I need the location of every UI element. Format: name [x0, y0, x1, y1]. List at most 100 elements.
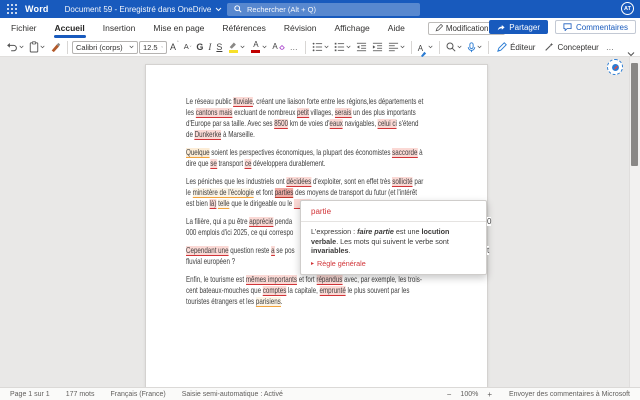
marked-text[interactable]: mêmes importants: [246, 275, 297, 285]
zoom-out-button[interactable]: −: [447, 390, 452, 399]
paragraph[interactable]: Le réseau public fluviale, créant une li…: [186, 96, 487, 140]
share-button[interactable]: Partager: [489, 20, 548, 34]
italic-button[interactable]: I: [206, 42, 213, 53]
grow-font-glyph: A: [170, 43, 176, 52]
search-icon: [234, 5, 242, 13]
alignment-button[interactable]: [386, 41, 407, 53]
tab-références[interactable]: Références: [213, 19, 274, 38]
share-icon: [497, 23, 505, 31]
shrink-font-glyph: A: [184, 43, 189, 51]
pencil-icon: [435, 24, 443, 32]
dictate-button[interactable]: [465, 41, 484, 54]
overflow-text-fragment: t: [487, 246, 489, 255]
marked-text[interactable]: serais: [335, 108, 352, 118]
editor-button[interactable]: Éditeur: [493, 41, 539, 53]
marked-text[interactable]: eaux: [329, 119, 343, 129]
zoom-level[interactable]: 100%: [460, 391, 478, 398]
marked-text[interactable]: fluviale: [233, 97, 252, 107]
editor-score-badge[interactable]: [607, 59, 623, 75]
chevron-down-icon: [161, 45, 163, 49]
tab-insertion[interactable]: Insertion: [94, 19, 145, 38]
marked-text[interactable]: répandus: [316, 275, 342, 285]
tab-révision[interactable]: Révision: [275, 19, 326, 38]
underline-glyph: S: [216, 43, 222, 52]
paragraph[interactable]: Enfin, le tourisme est mêmes importants …: [186, 274, 487, 307]
numbered-list-button[interactable]: [332, 41, 353, 53]
marked-text[interactable]: ministère de l'écologie: [193, 188, 254, 198]
paragraph[interactable]: Quelque soient les perspectives économiq…: [186, 147, 487, 169]
style-brush-icon: [420, 50, 427, 57]
page-indicator[interactable]: Page 1 sur 1: [10, 391, 50, 398]
font-size-select[interactable]: 12.5: [139, 41, 167, 54]
editor-pen-icon: [611, 63, 620, 72]
font-color-button[interactable]: A: [248, 39, 269, 55]
autocomplete-status[interactable]: Saisie semi-automatique : Activé: [182, 391, 283, 398]
bullet-list-button[interactable]: [310, 41, 331, 53]
rule-link[interactable]: ▸ Règle générale: [301, 258, 486, 274]
marked-text[interactable]: telle: [218, 199, 229, 209]
rule-link-label: Règle générale: [317, 259, 366, 268]
marked-text[interactable]: cantons mais: [196, 108, 233, 118]
grow-font-button[interactable]: A ˆ: [168, 42, 181, 53]
feedback-link[interactable]: Envoyer des commentaires à Microsoft: [509, 391, 630, 398]
find-button[interactable]: [444, 41, 464, 53]
marked-text[interactable]: décidées: [286, 177, 311, 187]
word-count[interactable]: 177 mots: [66, 391, 95, 398]
app-launcher-icon[interactable]: [7, 4, 17, 14]
paste-button[interactable]: [27, 40, 47, 54]
language-indicator[interactable]: Français (France): [111, 391, 166, 398]
designer-button[interactable]: Concepteur: [540, 41, 602, 53]
marked-text[interactable]: celui ci: [378, 119, 397, 129]
tab-fichier[interactable]: Fichier: [2, 19, 46, 38]
more-font-options-button[interactable]: …: [288, 42, 301, 53]
marked-text[interactable]: Quelque: [186, 148, 210, 158]
marked-text[interactable]: Cependant une: [186, 246, 229, 256]
clear-formatting-glyph: A: [272, 43, 277, 51]
marked-text[interactable]: parties: [275, 188, 294, 198]
shrink-font-button[interactable]: A ˇ: [182, 42, 194, 52]
tab-affichage[interactable]: Affichage: [326, 19, 379, 38]
avatar[interactable]: AT: [621, 2, 634, 15]
decrease-indent-button[interactable]: [354, 41, 369, 53]
grammar-suggestion-popup: partie L'expression : faire partie est u…: [300, 200, 487, 275]
marked-text[interactable]: apprécié: [249, 217, 273, 227]
mode-label: Modification: [446, 24, 489, 33]
designer-wand-icon: [544, 42, 554, 52]
marked-text[interactable]: faire partie: [357, 227, 394, 236]
vertical-scrollbar[interactable]: [629, 57, 640, 387]
clear-formatting-button[interactable]: A: [270, 42, 286, 52]
menu-bar: FichierAccueilInsertionMise en pageRéfér…: [0, 18, 640, 38]
zoom-in-button[interactable]: +: [487, 390, 492, 399]
highlighter-icon: [228, 41, 238, 49]
marked-text[interactable]: invariables: [311, 246, 349, 255]
increase-indent-button[interactable]: [370, 41, 385, 53]
marked-text[interactable]: petit: [297, 108, 309, 118]
marked-text[interactable]: parisiens: [256, 297, 281, 307]
marked-text[interactable]: saccorde: [392, 148, 417, 158]
marked-text[interactable]: comptes: [263, 286, 287, 296]
bold-glyph: G: [196, 43, 203, 52]
underline-button[interactable]: S: [214, 42, 224, 53]
comments-button[interactable]: Commentaires: [555, 20, 636, 34]
scrollbar-thumb[interactable]: [631, 63, 638, 166]
document-title[interactable]: Document 59 - Enregistré dans OneDrive: [65, 5, 223, 14]
marked-text[interactable]: 8500: [274, 119, 288, 129]
suggestion-option[interactable]: partie: [301, 201, 486, 221]
highlight-button[interactable]: [225, 39, 247, 55]
tab-mise-en-page[interactable]: Mise en page: [144, 19, 213, 38]
undo-button[interactable]: [4, 41, 26, 54]
format-painter-button[interactable]: [48, 41, 63, 54]
more-ribbon-button[interactable]: …: [604, 42, 617, 53]
marked-text[interactable]: Dunkerke: [195, 130, 222, 140]
styles-button[interactable]: A: [416, 37, 435, 57]
marked-text[interactable]: emprunté: [320, 286, 346, 296]
tab-accueil[interactable]: Accueil: [46, 19, 94, 38]
tab-aide[interactable]: Aide: [379, 19, 414, 38]
chevron-down-icon: [262, 45, 267, 49]
chevron-down-icon: [129, 45, 134, 49]
marked-text[interactable]: sollicité: [392, 177, 412, 187]
font-name-select[interactable]: Calibri (corps): [72, 41, 138, 54]
bold-button[interactable]: G: [194, 42, 205, 53]
search-input[interactable]: Rechercher (Alt + Q): [227, 3, 420, 16]
font-size-value: 12.5: [143, 43, 158, 52]
